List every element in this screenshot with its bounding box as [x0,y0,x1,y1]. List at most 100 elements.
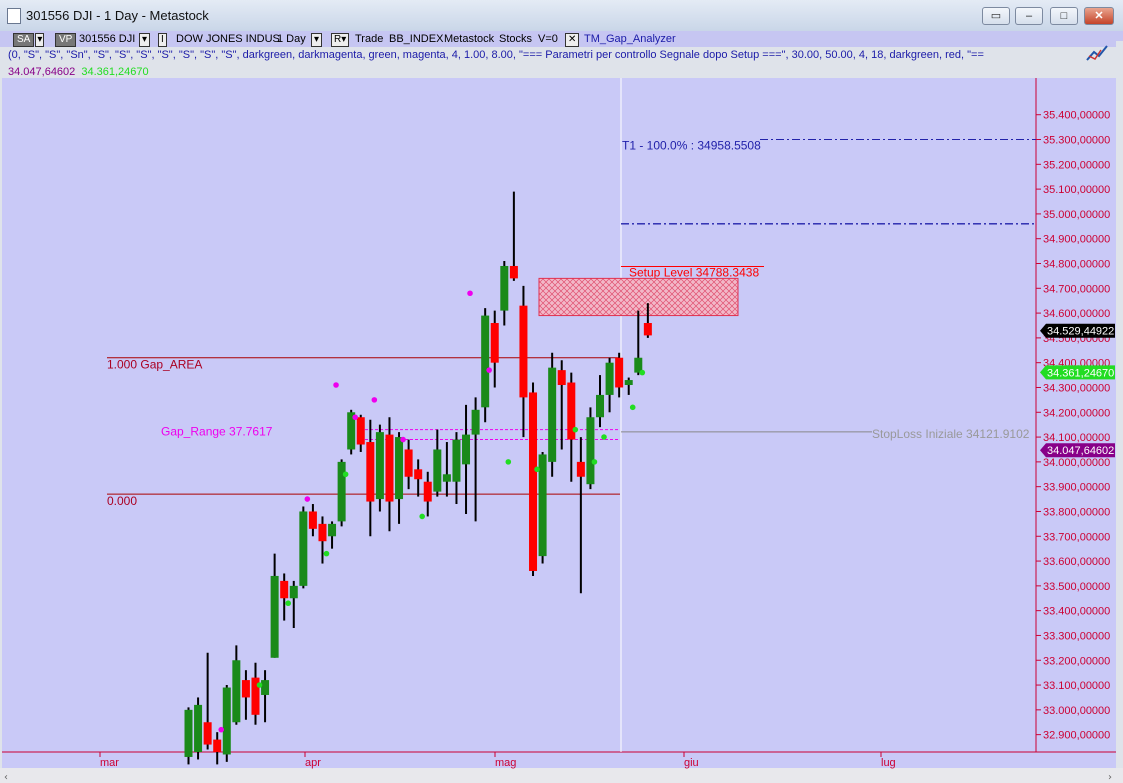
signal-dot-magenta [371,397,378,403]
y-tick-label: 33.100,00000 [1043,680,1110,692]
x-tick-label: apr [305,757,321,769]
scroll-right-icon[interactable]: › [1108,772,1112,783]
candle-up [337,461,346,522]
candle-down [576,461,585,477]
candle-down [490,323,499,363]
y-tick-label: 34.600,00000 [1043,308,1110,320]
candle-up [586,417,595,485]
y-tick-label: 34.000,00000 [1043,457,1110,469]
right-border [1116,41,1123,768]
signal-dot-magenta [486,367,492,373]
candle-down [213,739,222,752]
signal-dot-green [285,600,292,607]
signal-dot-green [256,682,263,688]
candle-up [184,709,193,757]
candle-up [270,575,279,658]
y-tick-label: 33.200,00000 [1043,655,1110,667]
signal-dot-magenta [218,726,225,733]
y-tick-label: 33.300,00000 [1043,630,1110,642]
candle-down [404,449,413,477]
y-tick-label: 34.100,00000 [1043,432,1110,444]
candle-up [395,437,404,500]
price-tag-label: 34.047,64602 [1047,445,1114,457]
candle-up [481,315,490,408]
signal-dot-green [639,369,646,376]
candle-down [203,722,212,745]
gap-area-label: 1.000 Gap_AREA [107,358,202,372]
candle-down [509,265,518,279]
price-tag-label: 34.529,44922 [1047,326,1114,338]
signal-dot-green [323,550,330,557]
price-tag-label: 34.361,24670 [1047,367,1114,379]
gap-zero-label: 0.000 [107,494,137,508]
candle-up [433,449,442,492]
candle-up [452,439,461,482]
signal-dot-green [342,471,349,478]
setup-label: Setup Level 34788.3438 [629,265,759,279]
y-tick-label: 33.600,00000 [1043,556,1110,568]
candle-up [375,432,384,500]
candle-down [385,434,394,502]
y-tick-label: 34.300,00000 [1043,382,1110,394]
signal-dot-green [419,513,425,520]
y-tick-label: 33.500,00000 [1043,581,1110,593]
gap-range-label: Gap_Range 37.7617 [161,425,273,439]
y-tick-label: 33.700,00000 [1043,531,1110,543]
candle-up [548,367,557,462]
candle-down [529,392,538,571]
candle-down [356,417,365,445]
candle-up [500,265,509,311]
y-tick-label: 33.900,00000 [1043,482,1110,494]
candle-up [328,523,337,537]
y-tick-label: 33.800,00000 [1043,506,1110,518]
price-chart[interactable]: ‹ › 35.400,00000 35.300,00000 35.200,00000 35… [0,0,1123,783]
candle-up [299,511,308,586]
signal-dot-magenta [400,436,406,443]
candle-down [414,469,423,480]
signal-dot-magenta [467,290,473,297]
t1-label: T1 - 100.0% : 34958.5508 [622,139,761,153]
y-tick-label: 34.900,00000 [1043,234,1110,246]
signal-dot-magenta [352,414,358,421]
candle-up [624,380,633,386]
y-tick-label: 33.000,00000 [1043,705,1110,717]
signal-dot-green [572,426,579,433]
setup-zone [538,277,739,317]
signal-dot-green [505,459,512,465]
candle-up [605,362,614,395]
signal-dot-green [629,404,636,411]
scroll-left-icon[interactable]: ‹ [4,772,8,783]
candle-up [442,474,451,482]
x-tick-label: mar [100,757,119,769]
y-tick-label: 35.400,00000 [1043,110,1110,122]
y-tick-label: 35.100,00000 [1043,184,1110,196]
signal-dot-green [591,459,598,465]
candle-up [222,687,231,755]
x-tick-label: mag [495,757,516,769]
candle-up [194,704,203,752]
candle-down [318,523,327,542]
horizontal-scrollbar[interactable] [0,768,1123,783]
candle-down [643,323,652,336]
y-tick-label: 35.300,00000 [1043,135,1110,147]
signal-dot-green [601,434,607,440]
candle-up [596,394,605,418]
candle-down [280,580,289,599]
candle-down [519,305,528,398]
candle-down [308,511,317,529]
candle-down [557,370,566,386]
candle-up [261,680,270,695]
candle-down [241,680,250,698]
signal-dot-green [534,466,540,473]
candle-down [615,357,624,388]
y-tick-label: 34.700,00000 [1043,283,1110,295]
candle-down [366,442,375,502]
candle-up [232,660,241,723]
x-tick-label: giu [684,757,699,769]
candle-up [471,409,480,435]
y-tick-label: 34.800,00000 [1043,258,1110,270]
y-tick-label: 35.200,00000 [1043,159,1110,171]
candle-up [289,585,298,599]
candle-down [423,481,432,502]
stoploss-label: StopLoss Iniziale 34121.9102 [872,427,1030,441]
